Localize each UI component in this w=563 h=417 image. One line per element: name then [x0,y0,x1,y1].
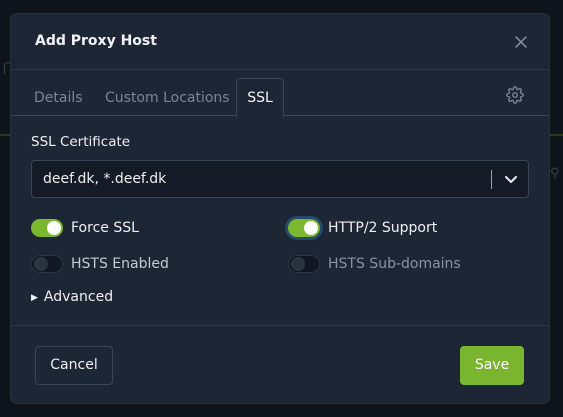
http2-support-label: HTTP/2 Support [328,220,438,236]
toggle-knob [47,221,61,235]
search-icon: ⚲ [550,166,560,181]
advanced-toggle[interactable]: ▶ Advanced [31,289,113,305]
cancel-button[interactable]: Cancel [35,346,113,385]
add-proxy-host-modal: Add Proxy Host Details Custom Locations … [11,14,549,403]
toggle-knob [304,221,318,235]
ssl-certificate-select[interactable]: deef.dk, *.deef.dk [31,160,529,198]
ssl-certificate-value: deef.dk, *.deef.dk [43,171,167,187]
chevron-down-icon[interactable] [502,170,520,188]
hsts-enabled-row: HSTS Enabled [31,254,271,276]
tab-custom-locations[interactable]: Custom Locations [105,90,230,106]
hsts-enabled-label: HSTS Enabled [71,256,169,272]
toggle-knob [34,257,48,271]
hsts-enabled-toggle[interactable] [31,255,63,273]
caret-right-icon: ▶ [31,293,38,303]
hsts-subdomains-row: HSTS Sub-domains [288,254,528,276]
http2-support-toggle[interactable] [288,219,320,237]
modal-header: Add Proxy Host [11,14,549,70]
force-ssl-label: Force SSL [71,220,139,236]
save-button[interactable]: Save [460,346,524,385]
modal-footer-divider [11,325,549,326]
http2-support-row: HTTP/2 Support [288,218,528,240]
tab-details[interactable]: Details [34,90,83,106]
select-divider [491,170,492,189]
force-ssl-row: Force SSL [31,218,271,240]
tab-bar: Details Custom Locations SSL [11,70,549,117]
tab-ssl[interactable]: SSL [236,78,284,117]
toggle-knob [291,257,305,271]
advanced-label: Advanced [43,289,114,305]
force-ssl-toggle[interactable] [31,219,63,237]
ssl-certificate-label: SSL Certificate [31,134,131,150]
modal-title: Add Proxy Host [35,33,157,49]
backdrop-accent-line [549,134,563,136]
close-icon[interactable] [511,32,531,52]
gear-icon[interactable] [506,86,524,104]
hsts-subdomains-toggle[interactable] [288,255,320,273]
hsts-subdomains-label: HSTS Sub-domains [328,256,461,272]
